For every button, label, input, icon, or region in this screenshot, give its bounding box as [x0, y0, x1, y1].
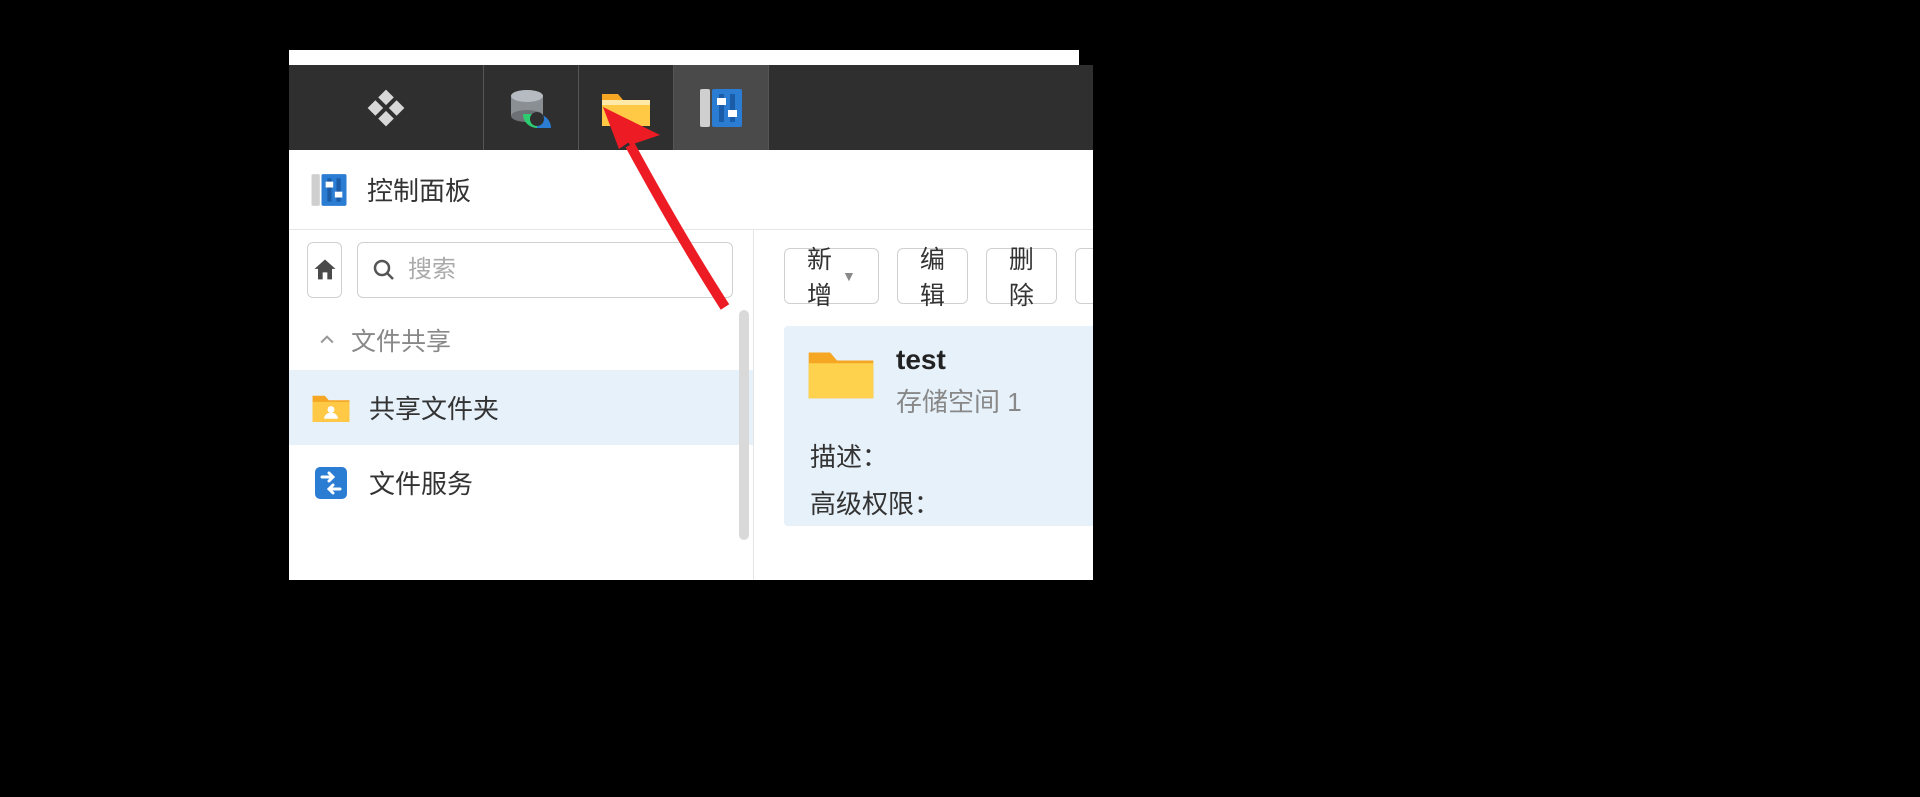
button-label: 编辑: [920, 240, 945, 312]
window-header: 控制面板: [289, 150, 1093, 230]
folder-header-row: test 存储空间 1: [806, 344, 1093, 419]
chevron-up-icon: [317, 330, 337, 350]
add-button[interactable]: 新增 ▼: [784, 248, 879, 304]
window-title: 控制面板: [367, 171, 471, 208]
home-button[interactable]: [307, 242, 342, 298]
apps-grid-icon: [364, 86, 408, 130]
search-input[interactable]: [408, 256, 718, 284]
delete-button[interactable]: 删除: [986, 248, 1057, 304]
chevron-down-icon: ▼: [842, 268, 856, 284]
taskbar-control-panel-button[interactable]: [674, 65, 769, 150]
folder-icon: [806, 344, 876, 404]
control-panel-icon: [309, 170, 349, 210]
taskbar-storage-button[interactable]: [484, 65, 579, 150]
sidebar: 文件共享 共享文件夹 文件服务: [289, 230, 754, 580]
sidebar-item-label: 文件服务: [369, 464, 473, 501]
sidebar-item-label: 共享文件夹: [369, 389, 499, 426]
main-content: 文件共享 共享文件夹 文件服务: [289, 230, 1093, 580]
home-icon: [311, 256, 339, 284]
folder-name: test: [896, 344, 1022, 376]
folder-icon: [600, 86, 652, 130]
toolbar: 新增 ▼ 编辑 删除 加密: [784, 248, 1093, 304]
sidebar-item-file-services[interactable]: 文件服务: [289, 445, 753, 520]
taskbar-file-station-button[interactable]: [579, 65, 674, 150]
file-services-icon: [311, 463, 351, 503]
button-label: 删除: [1009, 240, 1034, 312]
sidebar-group-label: 文件共享: [351, 322, 451, 358]
sidebar-item-shared-folder[interactable]: 共享文件夹: [289, 370, 753, 445]
control-panel-window: 控制面板: [289, 65, 1093, 580]
folder-volume: 存储空间 1: [896, 382, 1022, 419]
taskbar-apps-button[interactable]: [289, 65, 484, 150]
sidebar-scrollbar[interactable]: [739, 310, 749, 540]
folder-details: 描述： 高级权限：: [806, 437, 1093, 521]
storage-manager-icon: [505, 82, 557, 134]
advanced-permissions-field: 高级权限：: [810, 484, 1093, 521]
search-icon: [372, 258, 396, 282]
button-label: 新增: [807, 240, 832, 312]
sidebar-search-row: [289, 230, 753, 310]
sidebar-group-file-sharing[interactable]: 文件共享: [289, 310, 753, 370]
shared-folder-icon: [311, 391, 351, 425]
selected-folder-panel[interactable]: test 存储空间 1 描述： 高级权限：: [784, 326, 1093, 526]
control-panel-icon: [697, 84, 745, 132]
description-field: 描述：: [810, 437, 1093, 474]
edit-button[interactable]: 编辑: [897, 248, 968, 304]
search-box[interactable]: [357, 242, 733, 298]
content-area: 新增 ▼ 编辑 删除 加密: [754, 230, 1093, 580]
taskbar: [289, 65, 1093, 150]
encrypt-button[interactable]: 加密: [1075, 248, 1093, 304]
